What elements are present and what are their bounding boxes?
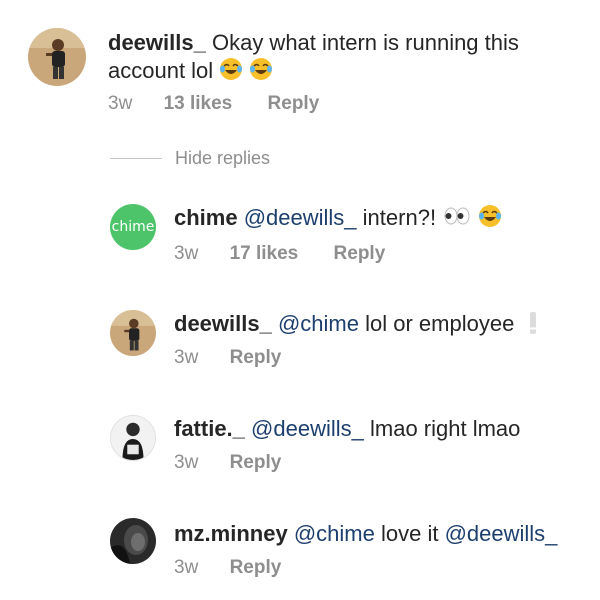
username[interactable]: chime bbox=[174, 205, 238, 230]
reply-time: 3w bbox=[174, 347, 199, 368]
mention-link-2[interactable]: @deewills_ bbox=[445, 521, 558, 546]
mention-link[interactable]: @chime bbox=[278, 311, 359, 336]
reply-body: lmao right lmao bbox=[370, 416, 521, 441]
reply-time: 3w bbox=[174, 452, 199, 473]
hide-replies-divider bbox=[110, 158, 162, 159]
eyes-icon bbox=[442, 204, 472, 228]
reply-button[interactable]: Reply bbox=[230, 556, 282, 580]
reply-body: lol or employee bbox=[365, 311, 515, 336]
comment-text-line2: account lol bbox=[108, 57, 273, 85]
reply-fattie: fattie._ @deewills_ lmao right lmao 3w R… bbox=[0, 405, 600, 505]
face-with-tears-of-joy-icon bbox=[219, 57, 243, 81]
avatar-fattie[interactable] bbox=[110, 415, 156, 461]
reply-text: mz.minney @chime love it @deewills_ bbox=[174, 520, 557, 548]
reply-chime: chime chime @deewills_ intern?! 3w 17 li… bbox=[0, 190, 600, 290]
chime-logo-text: chime bbox=[111, 219, 155, 235]
face-with-tears-of-joy-icon bbox=[249, 57, 273, 81]
reply-meta: 3w Reply bbox=[174, 346, 281, 370]
avatar-chime[interactable]: chime bbox=[110, 204, 156, 250]
reply-button[interactable]: Reply bbox=[230, 451, 282, 475]
reply-text: chime @deewills_ intern?! bbox=[174, 204, 502, 232]
face-with-tears-of-joy-icon bbox=[478, 204, 502, 228]
reply-time: 3w bbox=[174, 557, 199, 578]
mention-link[interactable]: @chime bbox=[294, 521, 375, 546]
username[interactable]: deewills_ bbox=[108, 30, 206, 55]
mention-link[interactable]: @deewills_ bbox=[244, 205, 357, 230]
username[interactable]: mz.minney bbox=[174, 521, 288, 546]
reply-button[interactable]: Reply bbox=[230, 346, 282, 370]
reply-text: fattie._ @deewills_ lmao right lmao bbox=[174, 415, 520, 443]
comment-text-line1: deewills_ Okay what intern is running th… bbox=[108, 29, 519, 57]
reply-button[interactable]: Reply bbox=[268, 92, 320, 116]
comment-body: Okay what intern is running this bbox=[211, 30, 519, 55]
comment-deewills: deewills_ Okay what intern is running th… bbox=[0, 0, 600, 140]
reply-body: intern?! bbox=[362, 205, 437, 230]
avatar-deewills[interactable] bbox=[110, 310, 156, 356]
comment-time: 3w bbox=[108, 93, 133, 114]
reply-mzminney: mz.minney @chime love it @deewills_ 3w R… bbox=[0, 510, 600, 600]
comment-meta: 3w 13 likes Reply bbox=[108, 92, 319, 116]
username[interactable]: deewills_ bbox=[174, 311, 272, 336]
comment-body-cont: account lol bbox=[108, 58, 214, 83]
mention-link[interactable]: @deewills_ bbox=[251, 416, 364, 441]
reply-body: love it bbox=[380, 521, 439, 546]
reply-button[interactable]: Reply bbox=[334, 242, 386, 266]
avatar-mzminney[interactable] bbox=[110, 518, 156, 564]
reply-meta: 3w Reply bbox=[174, 556, 281, 580]
reply-time: 3w bbox=[174, 243, 199, 264]
likes-count[interactable]: 13 likes bbox=[164, 92, 233, 116]
avatar-deewills[interactable] bbox=[28, 28, 86, 86]
exclamation-icon bbox=[530, 312, 537, 334]
likes-count[interactable]: 17 likes bbox=[230, 242, 299, 266]
reply-text: deewills_ @chime lol or employee bbox=[174, 310, 537, 338]
reply-deewills: deewills_ @chime lol or employee 3w Repl… bbox=[0, 300, 600, 400]
hide-replies-label[interactable]: Hide replies bbox=[175, 146, 270, 170]
username[interactable]: fattie._ bbox=[174, 416, 245, 441]
reply-meta: 3w 17 likes Reply bbox=[174, 242, 385, 266]
reply-meta: 3w Reply bbox=[174, 451, 281, 475]
